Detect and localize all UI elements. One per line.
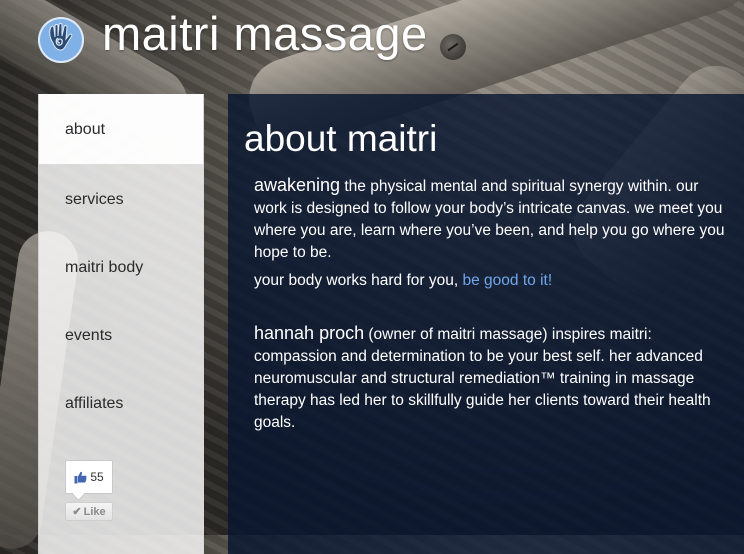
nav-item-services[interactable]: services — [39, 164, 203, 232]
site-title[interactable]: maitri massage — [102, 6, 428, 61]
be-good-link[interactable]: be good to it! — [463, 272, 553, 289]
body-paragraph: your body works hard for you, be good to… — [254, 270, 734, 292]
background-bolt — [440, 34, 466, 60]
thumbs-up-icon — [74, 471, 87, 483]
about-content: awakening the physical mental and spirit… — [254, 174, 734, 440]
owner-lead: hannah proch — [254, 323, 365, 343]
intro-lead: awakening — [254, 175, 341, 195]
logo-graphic — [49, 23, 73, 51]
nav-item-about[interactable]: about — [39, 94, 203, 164]
nav-item-affiliates[interactable]: affiliates — [39, 368, 203, 436]
facebook-like-count: 55 — [65, 460, 113, 494]
body-text: your body works hard for you, — [254, 272, 463, 289]
nav-item-maitri-body[interactable]: maitri body — [39, 232, 203, 300]
like-count: 55 — [90, 470, 104, 484]
main-panel: about maitri awakening the physical ment… — [228, 94, 744, 554]
facebook-like-button[interactable]: ✔ Like — [65, 502, 113, 521]
spiral-hand-icon[interactable] — [38, 17, 84, 63]
page-title: about maitri — [244, 118, 438, 159]
nav-item-events[interactable]: events — [39, 300, 203, 368]
sidebar-nav: about services maitri body events affili… — [38, 94, 204, 554]
intro-paragraph: awakening the physical mental and spirit… — [254, 174, 734, 264]
check-icon: ✔ — [72, 506, 82, 518]
like-button-label: Like — [83, 505, 106, 518]
owner-paragraph: hannah proch (owner of maitri massage) i… — [254, 322, 734, 434]
